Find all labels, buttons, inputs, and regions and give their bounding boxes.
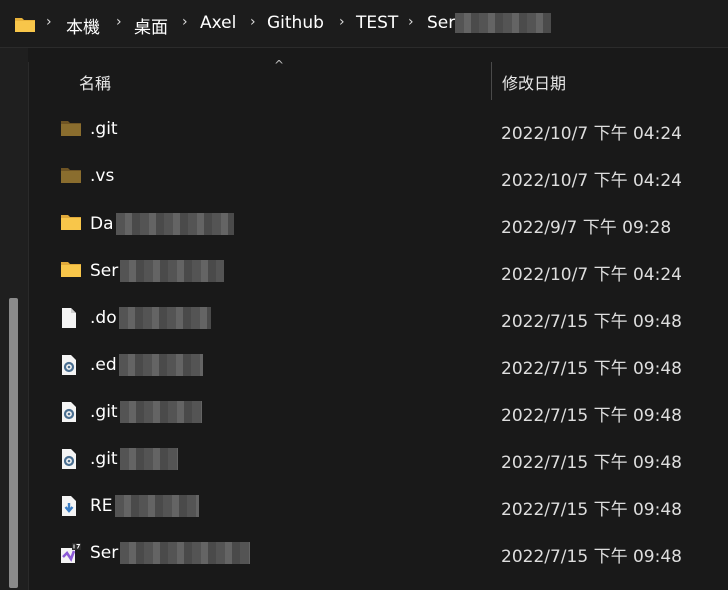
- breadcrumb-current[interactable]: Ser: [427, 13, 552, 33]
- file-date-modified: 2022/7/15 下午 09:48: [501, 500, 682, 520]
- folder-icon: [60, 213, 82, 235]
- redacted-text: [119, 401, 202, 423]
- file-row[interactable]: .git 2022/7/15 下午 09:48: [40, 436, 728, 483]
- file-row[interactable]: .ed 2022/7/15 下午 09:48: [40, 342, 728, 389]
- address-bar[interactable]: › 本機 › 桌面 › Axel › Github › TEST › Ser: [0, 0, 728, 48]
- breadcrumb-this-pc[interactable]: 本機: [66, 13, 100, 38]
- file-date-modified: 2022/7/15 下午 09:48: [501, 453, 682, 473]
- navigation-pane: [0, 48, 28, 590]
- breadcrumb-desktop[interactable]: 桌面: [134, 13, 168, 38]
- breadcrumb-axel[interactable]: Axel: [200, 13, 236, 33]
- sort-ascending-icon: ^: [274, 58, 285, 72]
- file-row[interactable]: .git 2022/7/15 下午 09:48: [40, 389, 728, 436]
- file-row[interactable]: .do 2022/7/15 下午 09:48: [40, 295, 728, 342]
- breadcrumb-separator: ›: [46, 14, 52, 30]
- settings-file-icon: [60, 448, 82, 470]
- file-name: .vs: [90, 166, 115, 186]
- scrollbar[interactable]: [9, 298, 18, 588]
- column-header-date-modified[interactable]: 修改日期: [502, 70, 566, 94]
- file-date-modified: 2022/7/15 下午 09:48: [501, 547, 682, 567]
- redacted-text: [118, 354, 203, 376]
- file-name: .git: [90, 401, 202, 423]
- pane-divider[interactable]: [28, 62, 29, 590]
- redacted-text: [120, 260, 225, 282]
- file-icon: [60, 307, 82, 329]
- file-name: .git: [90, 448, 178, 470]
- column-header-name[interactable]: 名稱: [79, 70, 111, 94]
- file-date-modified: 2022/10/7 下午 04:24: [501, 124, 682, 144]
- folder-icon: [14, 15, 36, 37]
- file-row[interactable]: .vs 2022/10/7 下午 04:24: [40, 154, 728, 201]
- file-name: Ser: [90, 542, 251, 564]
- file-date-modified: 2022/10/7 下午 04:24: [501, 171, 682, 191]
- breadcrumb-github[interactable]: Github: [267, 13, 324, 33]
- redacted-text: [114, 495, 199, 517]
- folder-icon: [60, 166, 82, 188]
- redacted-text: [115, 213, 234, 235]
- file-row[interactable]: Ser 2022/10/7 下午 04:24: [40, 248, 728, 295]
- download-file-icon: [60, 495, 82, 517]
- file-name: .git: [90, 119, 118, 139]
- breadcrumb-separator: ›: [339, 14, 345, 30]
- file-date-modified: 2022/10/7 下午 04:24: [501, 265, 682, 285]
- file-row[interactable]: RE 2022/7/15 下午 09:48: [40, 483, 728, 530]
- file-name: .ed: [90, 354, 203, 376]
- file-date-modified: 2022/7/15 下午 09:48: [501, 359, 682, 379]
- redacted-text: [118, 307, 211, 329]
- breadcrumb-separator: ›: [116, 14, 122, 30]
- breadcrumb-separator: ›: [250, 14, 256, 30]
- redacted-text: [455, 13, 552, 33]
- file-name: Da: [90, 213, 234, 235]
- file-name: RE: [90, 495, 199, 517]
- file-name: Ser: [90, 260, 225, 282]
- settings-file-icon: [60, 401, 82, 423]
- visual-studio-solution-icon: [60, 542, 82, 564]
- file-date-modified: 2022/9/7 下午 09:28: [501, 218, 672, 238]
- folder-icon: [60, 119, 82, 141]
- file-date-modified: 2022/7/15 下午 09:48: [501, 312, 682, 332]
- file-date-modified: 2022/7/15 下午 09:48: [501, 406, 682, 426]
- redacted-text: [120, 542, 251, 564]
- breadcrumb-separator: ›: [408, 14, 414, 30]
- column-resize-handle[interactable]: [491, 62, 492, 100]
- breadcrumb-test[interactable]: TEST: [356, 13, 398, 33]
- file-row[interactable]: .git 2022/10/7 下午 04:24: [40, 107, 728, 154]
- settings-file-icon: [60, 354, 82, 376]
- redacted-text: [119, 448, 178, 470]
- file-name: .do: [90, 307, 211, 329]
- breadcrumb-separator: ›: [182, 14, 188, 30]
- file-row[interactable]: Ser 2022/7/15 下午 09:48: [40, 530, 728, 577]
- file-row[interactable]: Da 2022/9/7 下午 09:28: [40, 201, 728, 248]
- folder-icon: [60, 260, 82, 282]
